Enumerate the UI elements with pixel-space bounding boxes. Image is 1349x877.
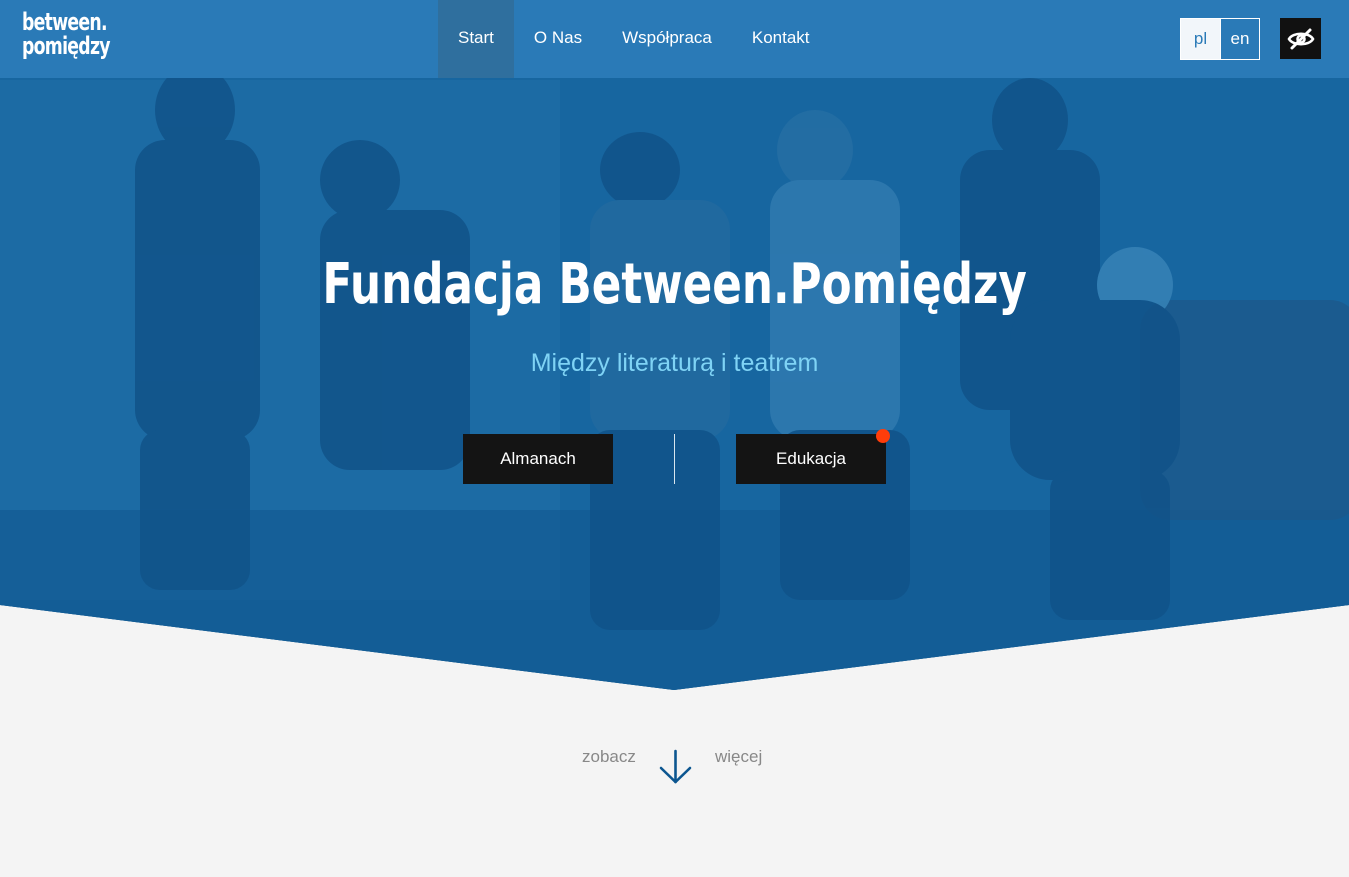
- nav-item-start[interactable]: Start: [438, 0, 514, 78]
- see-more-right-text: więcej: [715, 747, 763, 766]
- logo-line-1: between.: [22, 8, 108, 36]
- language-switcher: pl en: [1180, 18, 1260, 60]
- eye-slash-icon: [1287, 28, 1314, 49]
- notification-dot: [876, 429, 890, 443]
- arrow-down-icon[interactable]: [659, 749, 692, 785]
- buttons-divider: [674, 434, 675, 484]
- main-nav: Start O Nas Współpraca Kontakt: [438, 0, 830, 78]
- top-navbar: between. pomiędzy Start O Nas Współpraca…: [0, 0, 1349, 78]
- almanach-button[interactable]: Almanach: [463, 434, 613, 484]
- edukacja-button[interactable]: Edukacja: [736, 434, 886, 484]
- hero-title: Fundacja Between.Pomiędzy: [322, 252, 1027, 317]
- hero-background-photo: [0, 0, 1349, 690]
- lang-pl-button[interactable]: pl: [1181, 19, 1220, 59]
- nav-item-kontakt[interactable]: Kontakt: [732, 0, 830, 78]
- hero-section: Fundacja Between.Pomiędzy Między literat…: [0, 0, 1349, 690]
- hero-subtitle: Między literaturą i teatrem: [530, 349, 819, 377]
- nav-item-wspolpraca[interactable]: Współpraca: [602, 0, 732, 78]
- lang-en-button[interactable]: en: [1219, 19, 1259, 59]
- logo-line-2: pomiędzy: [22, 32, 111, 60]
- nav-item-o-nas[interactable]: O Nas: [514, 0, 602, 78]
- see-more-left-text: zobacz: [582, 747, 636, 766]
- accessibility-toggle-button[interactable]: [1280, 18, 1321, 59]
- site-logo[interactable]: between. pomiędzy: [22, 8, 111, 66]
